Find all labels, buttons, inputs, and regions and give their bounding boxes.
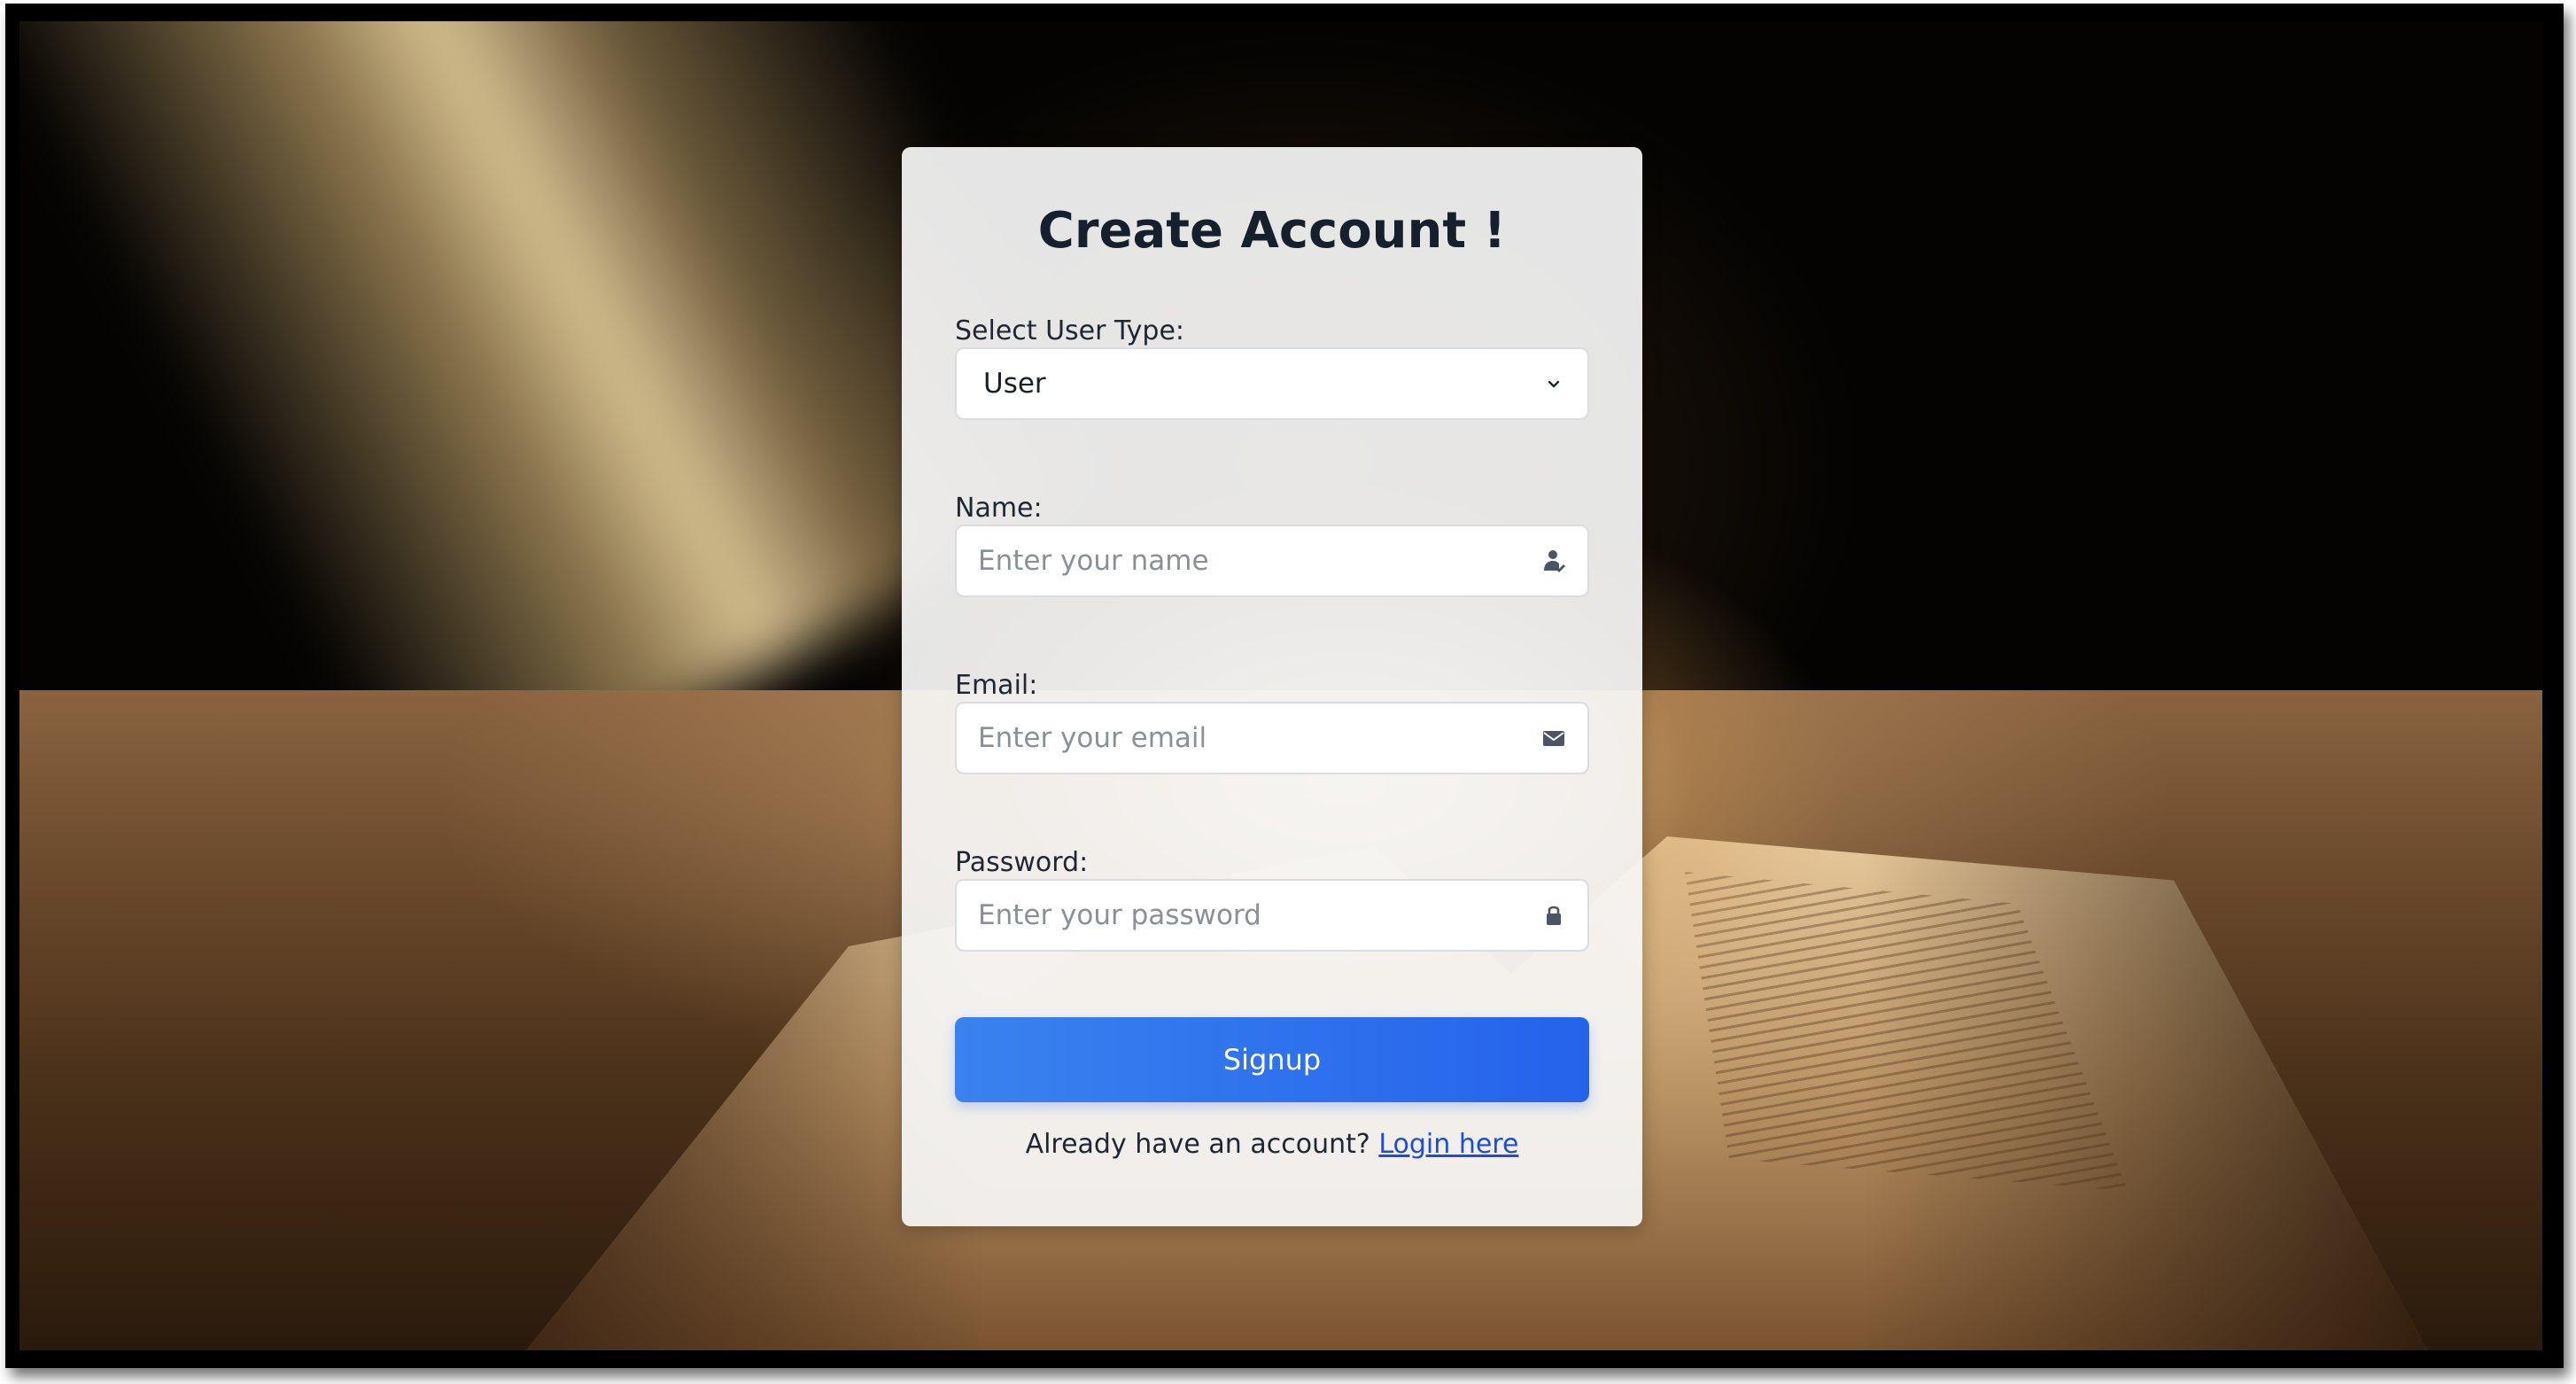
user-type-select[interactable]: User <box>955 347 1589 420</box>
user-type-label: Select User Type: <box>955 315 1185 346</box>
envelope-icon <box>1540 724 1568 752</box>
chevron-down-icon <box>1540 369 1568 398</box>
login-link[interactable]: Login here <box>1378 1129 1518 1160</box>
page-title: Create Account ! <box>1037 202 1507 260</box>
name-placeholder: Enter your name <box>978 545 1209 577</box>
password-label: Password: <box>955 847 1089 878</box>
lock-icon <box>1540 901 1568 929</box>
signup-card: Create Account ! Select User Type: User … <box>902 147 1642 1226</box>
user-type-selected-value: User <box>983 368 1046 400</box>
password-field[interactable]: Enter your password <box>955 879 1589 952</box>
email-label: Email: <box>955 670 1038 701</box>
email-field[interactable]: Enter your email <box>955 702 1589 774</box>
login-prompt-text: Already have an account? <box>1025 1129 1370 1160</box>
user-icon <box>1540 547 1568 575</box>
name-field[interactable]: Enter your name <box>955 525 1589 597</box>
password-placeholder: Enter your password <box>978 899 1261 931</box>
login-prompt-row: Already have an account? Login here <box>902 1129 1642 1160</box>
signup-button[interactable]: Signup <box>955 1017 1589 1102</box>
name-label: Name: <box>955 493 1043 524</box>
email-placeholder: Enter your email <box>978 722 1207 754</box>
screenshot-canvas: Create Account ! Select User Type: User … <box>0 0 2576 1384</box>
